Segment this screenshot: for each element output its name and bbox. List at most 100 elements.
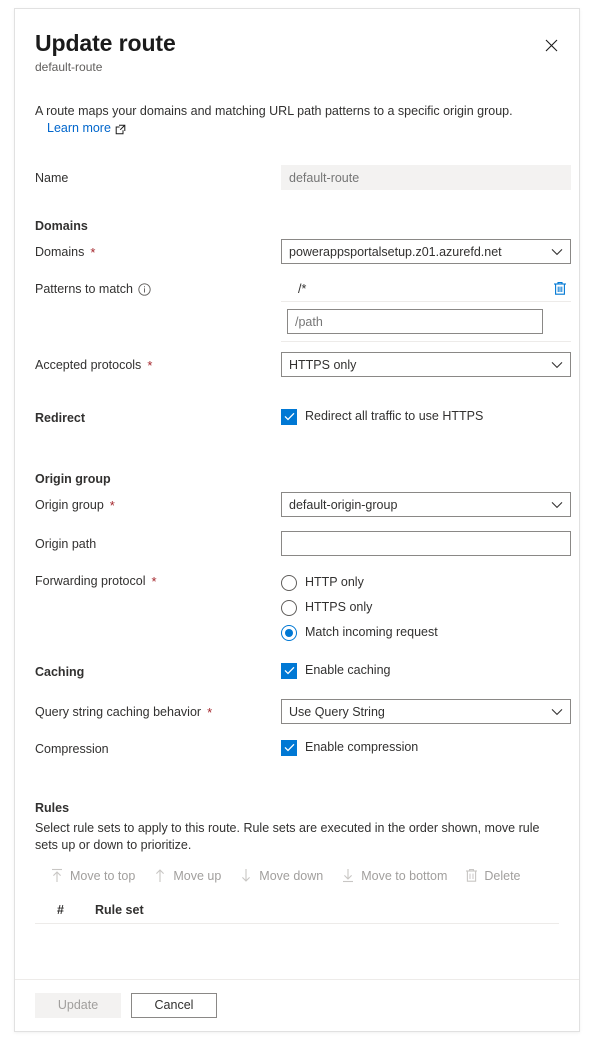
move-to-bottom-icon bbox=[341, 868, 355, 883]
move-to-bottom-label: Move to bottom bbox=[361, 868, 448, 883]
move-down-label: Move down bbox=[259, 868, 324, 883]
field-row-origin-group: Origin group * default-origin-group bbox=[35, 492, 571, 517]
chevron-down-icon bbox=[551, 361, 563, 369]
field-row-name: Name bbox=[35, 165, 571, 190]
field-row-compression: Compression Enable compression bbox=[35, 736, 559, 760]
domains-label-text: Domains bbox=[35, 245, 85, 259]
update-route-dialog: Update route default-route A route maps … bbox=[14, 8, 580, 1032]
move-to-top-icon bbox=[50, 868, 64, 883]
learn-more-link[interactable]: Learn more bbox=[47, 120, 126, 137]
radio-http-only[interactable]: HTTP only bbox=[281, 570, 559, 595]
enable-compression-checkbox[interactable]: Enable compression bbox=[281, 736, 559, 756]
rules-description: Select rule sets to apply to this route.… bbox=[35, 821, 540, 852]
rules-table-header: # Rule set bbox=[35, 896, 559, 924]
radio-icon bbox=[281, 599, 297, 616]
forwarding-protocol-label: Forwarding protocol * bbox=[35, 568, 281, 590]
required-marker: * bbox=[207, 705, 213, 720]
dialog-footer: Update Cancel bbox=[15, 979, 579, 1031]
move-down-button[interactable]: Move down bbox=[230, 864, 332, 887]
patterns-list: /* bbox=[281, 276, 571, 342]
enable-caching-checkbox[interactable]: Enable caching bbox=[281, 659, 559, 679]
caching-label: Caching bbox=[35, 665, 85, 679]
field-row-redirect: Redirect Redirect all traffic to use HTT… bbox=[35, 405, 559, 429]
name-input[interactable] bbox=[281, 165, 571, 190]
move-up-label: Move up bbox=[173, 868, 222, 883]
list-item: /* bbox=[281, 276, 571, 302]
radio-label: HTTP only bbox=[305, 575, 364, 589]
field-row-query-string-caching: Query string caching behavior * Use Query… bbox=[35, 699, 571, 724]
trash-icon bbox=[465, 868, 478, 883]
accepted-protocols-dropdown[interactable]: HTTPS only bbox=[281, 352, 571, 377]
radio-https-only[interactable]: HTTPS only bbox=[281, 595, 559, 620]
caching-control: Enable caching bbox=[281, 659, 559, 679]
move-to-top-button[interactable]: Move to top bbox=[41, 864, 144, 887]
origin-path-input[interactable] bbox=[281, 531, 571, 556]
screen: Update route default-route A route maps … bbox=[0, 0, 592, 1040]
patterns-label: Patterns to match bbox=[35, 276, 281, 298]
description-text: A route maps your domains and matching U… bbox=[35, 104, 513, 118]
radio-match-incoming-request[interactable]: Match incoming request bbox=[281, 620, 559, 645]
domains-label: Domains * bbox=[35, 239, 281, 261]
field-row-origin-path: Origin path bbox=[35, 531, 571, 556]
patterns-label-text: Patterns to match bbox=[35, 282, 133, 296]
close-button[interactable] bbox=[535, 29, 567, 61]
redirect-https-checkbox[interactable]: Redirect all traffic to use HTTPS bbox=[281, 405, 559, 425]
chevron-down-icon bbox=[551, 501, 563, 509]
radio-label: Match incoming request bbox=[305, 625, 438, 639]
origin-group-value: default-origin-group bbox=[289, 497, 398, 512]
enable-caching-label: Enable caching bbox=[305, 663, 391, 677]
query-string-caching-label: Query string caching behavior * bbox=[35, 699, 281, 721]
move-to-bottom-button[interactable]: Move to bottom bbox=[332, 864, 456, 887]
field-row-caching: Caching Enable caching bbox=[35, 659, 559, 683]
accepted-protocols-value: HTTPS only bbox=[289, 357, 357, 372]
delete-button[interactable]: Delete bbox=[456, 864, 529, 887]
domains-dropdown[interactable]: powerappsportalsetup.z01.azurefd.net bbox=[281, 239, 571, 264]
trash-icon[interactable] bbox=[549, 278, 571, 300]
chevron-down-icon bbox=[551, 708, 563, 716]
origin-path-label: Origin path bbox=[35, 537, 97, 551]
checkbox-checked-icon bbox=[281, 739, 297, 756]
name-label: Name bbox=[35, 171, 69, 185]
info-icon[interactable] bbox=[138, 283, 151, 296]
move-up-button[interactable]: Move up bbox=[144, 864, 230, 887]
field-row-domains: Domains * powerappsportalsetup.z01.azuref… bbox=[35, 239, 571, 264]
origin-group-label-text: Origin group bbox=[35, 498, 104, 512]
column-header-number: # bbox=[57, 902, 64, 917]
origin-group-dropdown[interactable]: default-origin-group bbox=[281, 492, 571, 517]
delete-label: Delete bbox=[484, 868, 521, 883]
close-icon bbox=[545, 39, 558, 52]
dialog-header: Update route default-route bbox=[15, 9, 579, 75]
redirect-checkbox-label: Redirect all traffic to use HTTPS bbox=[305, 409, 484, 423]
required-marker: * bbox=[90, 245, 96, 260]
query-string-caching-value: Use Query String bbox=[289, 704, 385, 719]
field-row-forwarding-protocol: Forwarding protocol * HTTP only HTTPS onl… bbox=[35, 568, 559, 645]
rules-command-bar: Move to top Move up Move down Move to bo… bbox=[35, 864, 559, 887]
query-string-caching-dropdown[interactable]: Use Query String bbox=[281, 699, 571, 724]
redirect-control: Redirect all traffic to use HTTPS bbox=[281, 405, 559, 425]
pattern-input[interactable] bbox=[287, 309, 543, 334]
update-button[interactable]: Update bbox=[35, 993, 121, 1018]
required-marker: * bbox=[109, 498, 115, 513]
cancel-button[interactable]: Cancel bbox=[131, 993, 217, 1018]
checkbox-checked-icon bbox=[281, 408, 297, 425]
compression-control: Enable compression bbox=[281, 736, 559, 756]
redirect-label: Redirect bbox=[35, 411, 86, 425]
column-header-rule-set: Rule set bbox=[95, 902, 144, 917]
accepted-protocols-control: HTTPS only bbox=[281, 352, 571, 377]
pattern-input-wrapper bbox=[281, 302, 571, 342]
name-control bbox=[281, 165, 571, 190]
query-string-caching-control: Use Query String bbox=[281, 699, 571, 724]
learn-more-label: Learn more bbox=[47, 121, 111, 135]
move-down-icon bbox=[239, 868, 253, 883]
domains-dropdown-value: powerappsportalsetup.z01.azurefd.net bbox=[289, 244, 502, 259]
field-row-patterns: Patterns to match /* bbox=[35, 276, 571, 342]
accepted-protocols-label-text: Accepted protocols bbox=[35, 358, 142, 372]
dialog-subtitle: default-route bbox=[35, 60, 103, 74]
move-up-icon bbox=[153, 868, 167, 883]
section-rules-heading: Rules bbox=[35, 801, 70, 815]
radio-selected-icon bbox=[281, 624, 297, 641]
external-link-icon bbox=[115, 123, 126, 135]
enable-compression-label: Enable compression bbox=[305, 740, 419, 754]
pattern-value: /* bbox=[298, 281, 307, 296]
forwarding-protocol-radiogroup: HTTP only HTTPS only Match incoming requ… bbox=[281, 568, 559, 645]
